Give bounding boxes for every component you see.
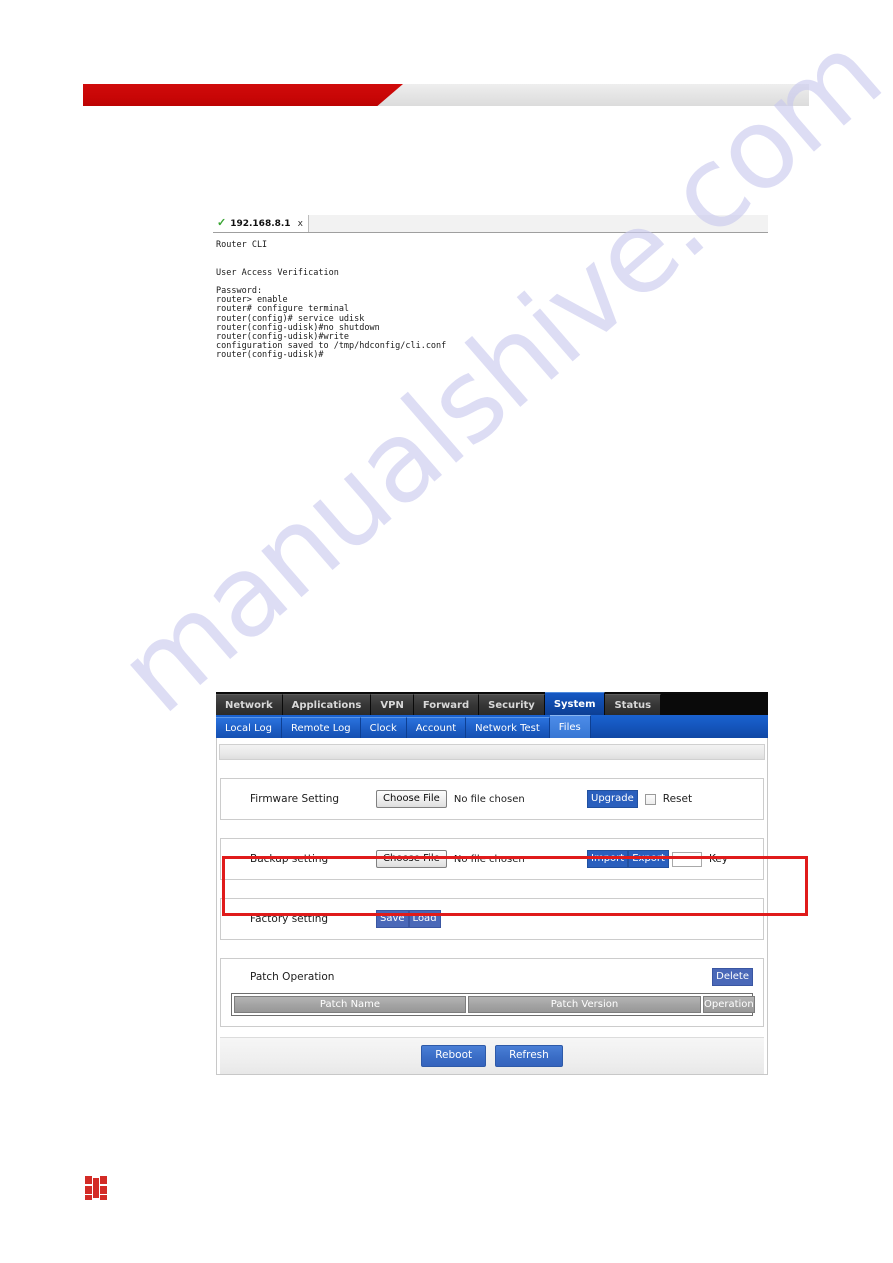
patch-column-header-operation: Operation (703, 996, 755, 1013)
nav-tab-forward[interactable]: Forward (413, 694, 480, 715)
firmware-file-status: No file chosen (453, 793, 525, 805)
firmware-file-picker: Choose File No file chosen (376, 790, 525, 808)
router-admin-panel: Network Applications VPN Forward Securit… (216, 692, 768, 1075)
terminal-tabbar-filler (308, 215, 768, 232)
patch-operation-title: Patch Operation (250, 971, 335, 983)
upgrade-button[interactable]: Upgrade (587, 790, 638, 808)
factory-setting-controls: Save Load (376, 910, 763, 928)
import-button[interactable]: Import (587, 850, 629, 868)
patch-operation-panel: Patch Operation Delete Patch Name Patch … (220, 958, 764, 1027)
firmware-setting-label: Firmware Setting (250, 793, 340, 805)
factory-save-button[interactable]: Save (376, 910, 409, 928)
nav-tab-status[interactable]: Status (605, 694, 662, 715)
firmware-choose-file-button[interactable]: Choose File (376, 790, 447, 808)
key-input[interactable] (671, 851, 702, 867)
subtab-account[interactable]: Account (406, 717, 467, 738)
patch-operation-header: Patch Operation Delete (231, 968, 753, 993)
check-icon: ✓ (217, 217, 227, 229)
backup-choose-file-button[interactable]: Choose File (376, 850, 447, 868)
backup-file-picker: Choose File No file chosen (376, 850, 525, 868)
nav-tab-network[interactable]: Network (216, 694, 283, 715)
firmware-setting-controls: Choose File No file chosen Upgrade Reset (376, 790, 763, 808)
patch-delete-button[interactable]: Delete (712, 968, 753, 986)
reset-label: Reset (662, 793, 693, 805)
watermark-text: manualshive.com (95, 10, 893, 739)
export-button[interactable]: Export (628, 850, 669, 868)
primary-navigation: Network Applications VPN Forward Securit… (216, 692, 768, 715)
patch-table: Patch Name Patch Version Operation (231, 993, 755, 1016)
factory-setting-label: Factory setting (250, 913, 329, 925)
close-icon[interactable]: x (298, 219, 303, 229)
status-bar (219, 744, 765, 760)
backup-action-cluster: Import Export Key (587, 850, 728, 868)
terminal-output-area: Router CLI User Access Verification Pass… (213, 233, 768, 367)
reboot-button[interactable]: Reboot (421, 1045, 487, 1067)
page-header-banner (83, 84, 809, 106)
content-area: Firmware Setting Choose File No file cho… (216, 738, 768, 1075)
patch-column-header-version: Patch Version (468, 996, 701, 1013)
subtab-local-log[interactable]: Local Log (216, 717, 282, 738)
header-red-bar (83, 84, 403, 106)
footer-action-bar: Reboot Refresh (220, 1037, 764, 1074)
terminal-window: ✓ 192.168.8.1 x Router CLI User Access V… (213, 215, 768, 367)
primary-nav-filler (661, 692, 768, 715)
key-label: Key (708, 853, 728, 865)
backup-setting-controls: Choose File No file chosen Import Export… (376, 850, 763, 868)
terminal-transcript: Router CLI User Access Verification Pass… (216, 240, 447, 361)
nav-tab-vpn[interactable]: VPN (371, 694, 414, 715)
subtab-files[interactable]: Files (549, 715, 591, 738)
nav-tab-system[interactable]: System (544, 692, 606, 715)
terminal-tab-bar: ✓ 192.168.8.1 x (213, 215, 768, 233)
firmware-setting-panel: Firmware Setting Choose File No file cho… (220, 778, 764, 820)
brand-logo-icon (85, 1176, 107, 1200)
firmware-action-cluster: Upgrade Reset (587, 790, 692, 808)
subtab-clock[interactable]: Clock (360, 717, 407, 738)
nav-tab-applications[interactable]: Applications (282, 694, 372, 715)
backup-setting-label: Backup setting (250, 853, 329, 865)
backup-file-status: No file chosen (453, 853, 525, 865)
backup-setting-panel: Backup setting Choose File No file chose… (220, 838, 764, 880)
nav-tab-security[interactable]: Security (479, 694, 545, 715)
factory-setting-panel: Factory setting Save Load (220, 898, 764, 940)
secondary-navigation: Local Log Remote Log Clock Account Netwo… (216, 715, 768, 738)
reset-checkbox[interactable] (644, 793, 656, 805)
terminal-tab-label: 192.168.8.1 (230, 218, 291, 229)
factory-load-button[interactable]: Load (408, 910, 441, 928)
subtab-network-test[interactable]: Network Test (466, 717, 550, 738)
refresh-button[interactable]: Refresh (495, 1045, 563, 1067)
subtab-remote-log[interactable]: Remote Log (281, 717, 361, 738)
secondary-nav-filler (591, 715, 768, 738)
patch-column-header-name: Patch Name (234, 996, 466, 1013)
terminal-tab-192-168-8-1[interactable]: ✓ 192.168.8.1 x (213, 215, 309, 232)
